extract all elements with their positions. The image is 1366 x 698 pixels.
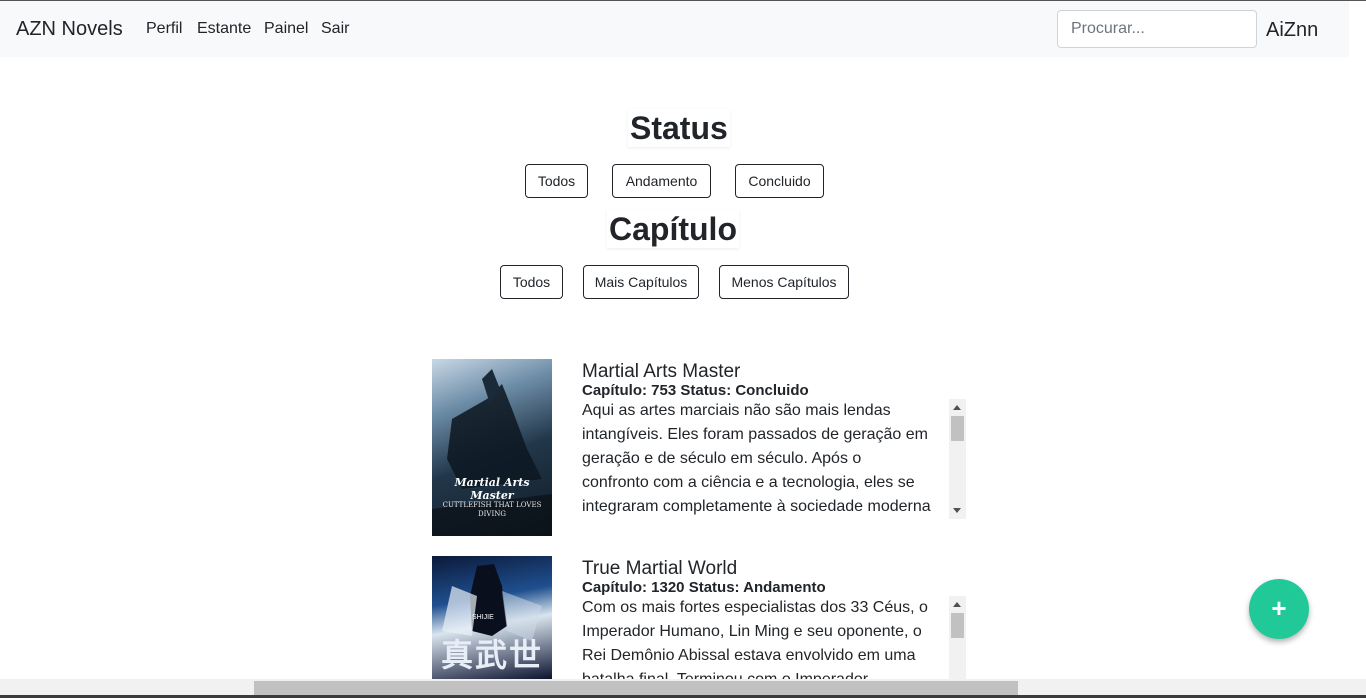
novel-meta: Capítulo: 753 Status: Concluido [582, 382, 809, 399]
chapter-fewer-button[interactable]: Menos Capítulos [719, 265, 849, 299]
cover-title: 真武世界 [440, 636, 543, 674]
status-all-button[interactable]: Todos [525, 164, 588, 198]
chapter-heading: Capítulo [609, 211, 737, 247]
status-completed-button[interactable]: Concluido [735, 164, 824, 198]
scroll-thumb[interactable] [951, 613, 964, 638]
novel-cover-image[interactable]: Martial Arts Master CUTTLEFISH THAT LOVE… [432, 359, 552, 536]
horizontal-scroll-thumb[interactable] [254, 681, 1018, 695]
scroll-up-icon[interactable] [953, 405, 961, 410]
scroll-down-icon[interactable] [953, 508, 961, 513]
novel-description-text: Aqui as artes marciais não são mais lend… [582, 402, 931, 515]
navbar: AZN Novels Perfil Estante Painel Sair Ai… [0, 1, 1349, 57]
nav-link-sair[interactable]: Sair [321, 20, 349, 38]
description-scrollbar[interactable] [949, 399, 966, 519]
novel-title[interactable]: Martial Arts Master [582, 361, 740, 383]
status-heading: Status [630, 110, 728, 146]
cover-subtitle: SHIJIE [472, 614, 494, 621]
scroll-up-icon[interactable] [953, 602, 961, 607]
user-name[interactable]: AiZnn [1266, 19, 1318, 42]
search-input[interactable] [1057, 10, 1257, 48]
nav-link-perfil[interactable]: Perfil [146, 20, 182, 38]
horizontal-scrollbar[interactable] [0, 679, 1366, 698]
status-ongoing-button[interactable]: Andamento [612, 164, 711, 198]
novel-description: Aqui as artes marciais não são mais lend… [582, 399, 966, 519]
nav-link-painel[interactable]: Painel [264, 20, 308, 38]
cover-title: Martial Arts Master [454, 476, 530, 502]
nav-link-estante[interactable]: Estante [197, 20, 251, 38]
chapter-all-button[interactable]: Todos [500, 265, 563, 299]
novel-meta: Capítulo: 1320 Status: Andamento [582, 579, 826, 596]
brand-logo[interactable]: AZN Novels [16, 18, 123, 41]
cover-subtitle: CUTTLEFISH THAT LOVES DIVING [442, 501, 542, 518]
novel-description-text: Com os mais fortes especialistas dos 33 … [582, 599, 928, 688]
novel-cover-image[interactable]: SHIJIE 真武世界 [432, 556, 552, 679]
scroll-thumb[interactable] [951, 416, 964, 441]
chapter-more-button[interactable]: Mais Capítulos [583, 265, 699, 299]
novel-title[interactable]: True Martial World [582, 558, 737, 580]
add-novel-button[interactable]: + [1249, 579, 1309, 639]
